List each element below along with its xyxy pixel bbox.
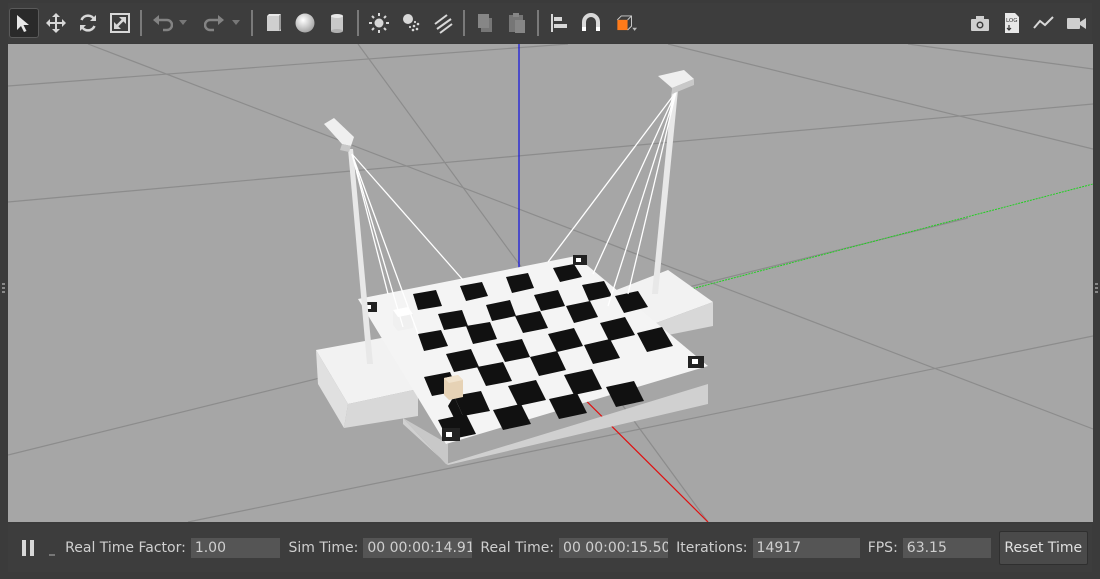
right-panel-handle[interactable] — [1095, 283, 1098, 297]
change-view-button[interactable] — [608, 8, 644, 38]
iterations-label: Iterations: — [676, 540, 748, 556]
select-mode-button[interactable] — [9, 8, 39, 38]
left-panel-handle[interactable] — [2, 283, 5, 297]
point-light-icon — [369, 13, 389, 33]
chevron-down-icon — [232, 20, 240, 25]
rotate-mode-button[interactable] — [73, 8, 103, 38]
screenshot-button[interactable] — [965, 8, 995, 38]
plot-icon — [1033, 16, 1054, 29]
toolbar-separator — [463, 10, 465, 36]
cylinder-shape-icon — [331, 14, 343, 33]
scene-render — [8, 44, 1093, 522]
box-shape-icon — [267, 14, 281, 31]
scale-mode-icon — [110, 13, 130, 33]
video-record-button[interactable] — [1061, 8, 1091, 38]
redo-icon — [204, 15, 224, 32]
toolbar-separator — [251, 10, 253, 36]
undo-button[interactable] — [147, 8, 177, 38]
fps-label: FPS: — [867, 540, 898, 556]
real-time-factor-value: 1.00 — [190, 538, 281, 558]
translate-mode-icon — [46, 13, 66, 33]
paste-button[interactable] — [502, 8, 532, 38]
real-time-label: Real Time: — [480, 540, 555, 556]
real-time-factor-label: Real Time Factor: — [65, 540, 186, 556]
box-shape-button[interactable] — [258, 8, 288, 38]
fps-value: 63.15 — [902, 538, 991, 558]
translate-mode-button[interactable] — [41, 8, 71, 38]
main-toolbar: LOG — [8, 3, 1092, 43]
align-button[interactable] — [544, 8, 574, 38]
pause-icon-bar — [29, 540, 34, 556]
pause-icon-bar — [21, 540, 26, 556]
toolbar-separator — [140, 10, 142, 36]
sim-time-label: Sim Time: — [288, 540, 359, 556]
cylinder-shape-button[interactable] — [322, 8, 352, 38]
copy-button[interactable] — [470, 8, 500, 38]
point-light-button[interactable] — [364, 8, 394, 38]
snap-icon — [582, 13, 600, 31]
sim-time-value: 00 00:00:14.917 — [363, 538, 473, 558]
real-time-value: 00 00:00:15.503 — [559, 538, 669, 558]
copy-icon — [478, 14, 492, 32]
redo-history-dropdown[interactable] — [231, 8, 241, 38]
undo-history-dropdown[interactable] — [178, 8, 188, 38]
directional-light-icon — [434, 14, 453, 34]
snap-button[interactable] — [576, 8, 606, 38]
align-icon — [551, 14, 567, 32]
log-icon-label: LOG — [1006, 18, 1017, 24]
log-icon: LOG — [1005, 13, 1019, 33]
spot-light-button[interactable] — [396, 8, 426, 38]
reset-time-button[interactable]: Reset Time — [998, 531, 1088, 565]
sphere-shape-icon — [295, 13, 315, 33]
step-divider — [49, 554, 56, 556]
chevron-down-icon — [179, 20, 187, 25]
log-button[interactable]: LOG — [997, 8, 1027, 38]
undo-icon — [153, 15, 173, 32]
directional-light-button[interactable] — [428, 8, 458, 38]
spot-light-icon — [403, 14, 420, 32]
video-camera-icon — [1067, 18, 1086, 29]
pause-button[interactable] — [16, 536, 39, 560]
scene-viewport[interactable] — [8, 44, 1093, 522]
toolbar-separator — [537, 10, 539, 36]
sphere-shape-button[interactable] — [290, 8, 320, 38]
plot-button[interactable] — [1029, 8, 1059, 38]
scale-mode-button[interactable] — [105, 8, 135, 38]
paste-icon — [509, 13, 525, 33]
iterations-value: 14917 — [752, 538, 860, 558]
change-view-icon — [617, 15, 637, 31]
simulation-status-bar: Real Time Factor: 1.00 Sim Time: 00 00:0… — [8, 524, 1092, 572]
select-mode-icon — [17, 15, 29, 32]
toolbar-separator — [357, 10, 359, 36]
redo-button[interactable] — [200, 8, 230, 38]
rotate-mode-icon — [80, 14, 96, 32]
camera-icon — [971, 16, 989, 31]
